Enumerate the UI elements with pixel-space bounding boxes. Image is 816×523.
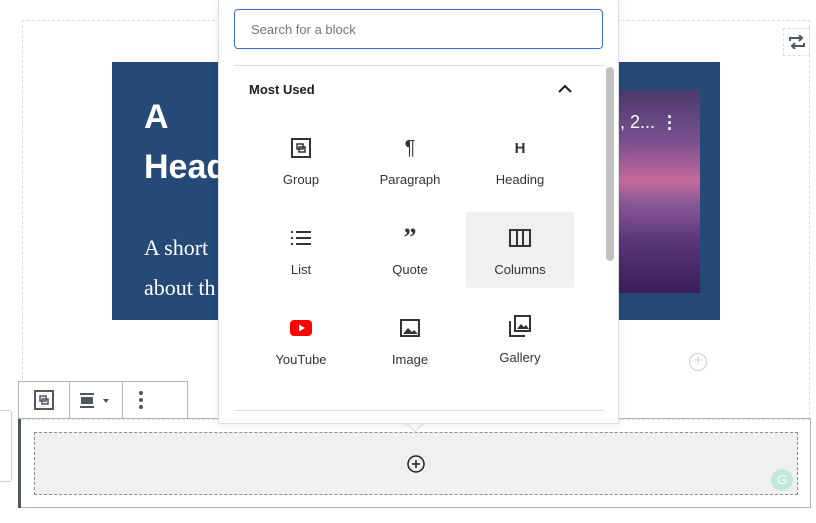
youtube-icon	[290, 320, 312, 336]
group-icon	[34, 390, 54, 410]
block-label: Heading	[495, 172, 545, 187]
section-title: Most Used	[249, 82, 315, 97]
block-item-quote[interactable]: ” Quote	[356, 212, 464, 288]
block-search-input[interactable]	[234, 9, 603, 49]
image-icon	[400, 319, 420, 337]
block-item-list[interactable]: List	[247, 212, 355, 288]
block-item-youtube[interactable]: YouTube	[247, 302, 355, 378]
block-label: Image	[391, 352, 429, 367]
align-center-icon	[80, 393, 109, 408]
paragraph-icon: ¶	[404, 136, 416, 159]
group-icon	[291, 138, 311, 158]
add-block-icon[interactable]: +	[689, 353, 707, 371]
swap-icon	[788, 35, 805, 49]
grammarly-icon[interactable]: G	[771, 469, 793, 491]
block-mover[interactable]	[0, 410, 12, 482]
block-item-heading[interactable]: H Heading	[466, 126, 574, 202]
vertical-dots-icon	[139, 391, 143, 409]
block-item-group[interactable]: Group	[247, 126, 355, 202]
chevron-up-icon[interactable]	[556, 80, 574, 98]
block-label: List	[290, 262, 312, 277]
list-icon	[291, 231, 311, 245]
scrollbar[interactable]	[606, 67, 614, 261]
block-label: Gallery	[499, 350, 541, 365]
block-label: Columns	[494, 262, 546, 277]
swap-media-button[interactable]	[783, 28, 810, 56]
align-button[interactable]	[70, 382, 123, 418]
block-item-columns[interactable]: Columns	[466, 212, 574, 288]
gallery-icon	[509, 315, 531, 337]
more-options-button[interactable]	[123, 382, 159, 418]
block-label: Group	[282, 172, 320, 187]
block-toolbar	[18, 381, 188, 419]
quote-icon: ”	[403, 223, 417, 252]
group-appender[interactable]	[34, 432, 798, 495]
divider	[234, 410, 603, 411]
block-label: YouTube	[275, 352, 327, 367]
heading-icon: H	[514, 139, 526, 157]
more-options-icon[interactable]: · · ·	[667, 108, 673, 138]
columns-icon	[509, 229, 531, 247]
block-item-gallery[interactable]: Gallery	[466, 302, 574, 378]
image-caption: , 2...	[620, 112, 656, 132]
divider	[234, 65, 603, 66]
plus-circle-icon[interactable]	[406, 454, 426, 474]
block-type-button[interactable]	[19, 382, 70, 418]
block-item-image[interactable]: Image	[356, 302, 464, 378]
block-item-paragraph[interactable]: ¶ Paragraph	[356, 126, 464, 202]
block-label: Quote	[392, 262, 428, 277]
block-label: Paragraph	[379, 172, 441, 187]
